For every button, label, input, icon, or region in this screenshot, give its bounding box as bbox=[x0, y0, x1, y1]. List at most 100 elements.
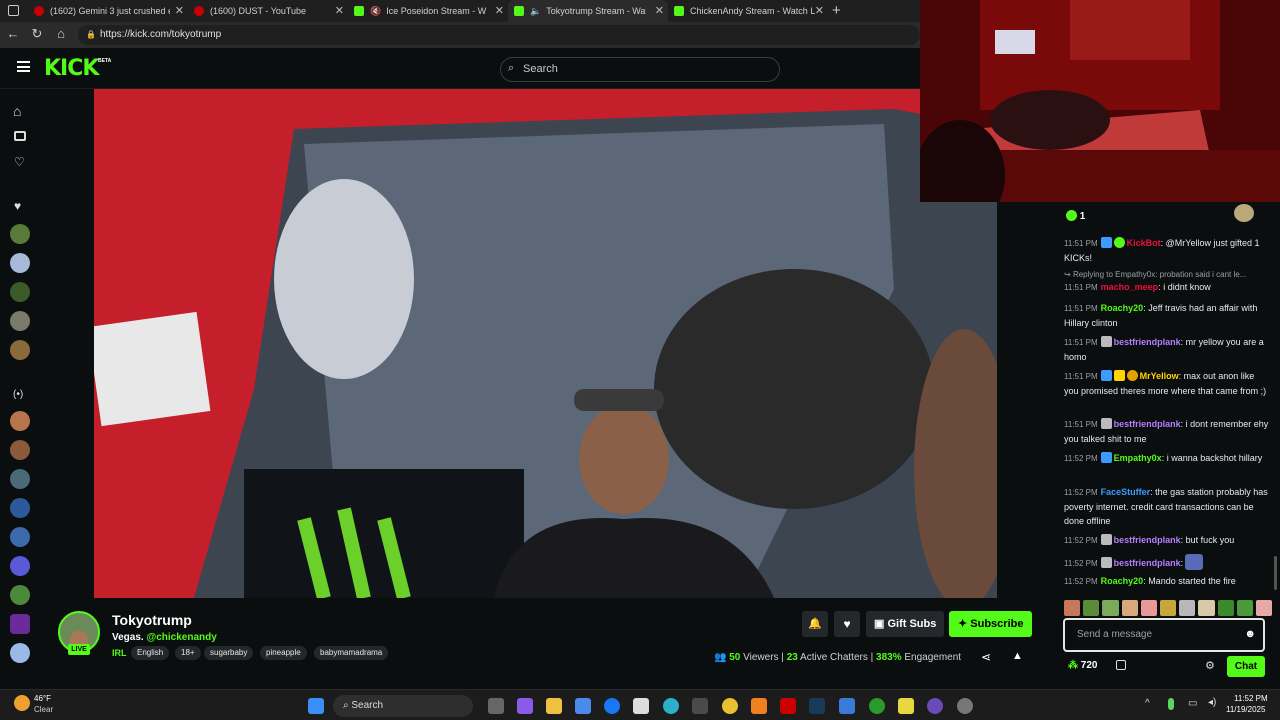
chat-username[interactable]: KickBot bbox=[1127, 238, 1161, 248]
video-player[interactable] bbox=[94, 89, 997, 598]
vlc-icon[interactable] bbox=[751, 698, 767, 714]
chat-username[interactable]: bestfriendplank bbox=[1114, 337, 1181, 347]
browse-icon[interactable] bbox=[14, 131, 26, 141]
channel-avatar[interactable] bbox=[10, 311, 30, 331]
category-link[interactable]: IRL bbox=[112, 648, 127, 658]
tab-chickenandy[interactable]: ChickenAndy Stream - Watch Live ✕ bbox=[668, 0, 828, 22]
chat-username[interactable]: Roachy20 bbox=[1101, 576, 1144, 586]
steam-icon[interactable] bbox=[809, 698, 825, 714]
youtube-icon[interactable] bbox=[780, 698, 796, 714]
chat-username[interactable]: bestfriendplank bbox=[1114, 558, 1181, 568]
emote[interactable] bbox=[1198, 600, 1215, 616]
microphone-icon[interactable] bbox=[1168, 698, 1174, 710]
tag-18plus[interactable]: 18+ bbox=[175, 646, 201, 660]
chat-username[interactable]: Roachy20 bbox=[1101, 303, 1144, 313]
amazon-icon[interactable] bbox=[633, 698, 649, 714]
edge-icon[interactable] bbox=[663, 698, 679, 714]
follow-button[interactable]: ♥ bbox=[834, 611, 860, 637]
emote[interactable] bbox=[1064, 600, 1081, 616]
copilot-icon[interactable] bbox=[517, 698, 533, 714]
app-icon[interactable] bbox=[839, 698, 855, 714]
file-explorer-icon[interactable] bbox=[546, 698, 562, 714]
channel-avatar[interactable] bbox=[10, 498, 30, 518]
emote[interactable] bbox=[1159, 600, 1177, 616]
volume-icon[interactable]: ◂) bbox=[1208, 697, 1216, 708]
sticky-notes-icon[interactable] bbox=[898, 698, 914, 714]
emote[interactable] bbox=[1121, 600, 1138, 616]
kick-logo[interactable]: KICK bbox=[44, 56, 99, 81]
emote[interactable] bbox=[1140, 600, 1157, 616]
emote[interactable] bbox=[1083, 600, 1100, 616]
chat-username[interactable]: FaceStuffer bbox=[1101, 487, 1151, 497]
channel-avatar[interactable] bbox=[10, 585, 30, 605]
streamer-name[interactable]: Tokyotrump bbox=[112, 612, 192, 628]
emote[interactable] bbox=[1255, 600, 1273, 616]
xbox-icon[interactable] bbox=[869, 698, 885, 714]
channel-avatar[interactable] bbox=[10, 643, 30, 663]
chrome-icon[interactable] bbox=[722, 698, 738, 714]
back-icon[interactable]: ← bbox=[4, 26, 22, 41]
task-view-icon[interactable] bbox=[488, 698, 504, 714]
home-icon[interactable]: ⌂ bbox=[52, 26, 70, 41]
share-icon[interactable]: ⋖ bbox=[981, 650, 991, 664]
close-tab-icon[interactable]: ✕ bbox=[495, 4, 504, 17]
tab-ice-poseidon[interactable]: 🔇 Ice Poseidon Stream - Watch ✕ bbox=[348, 0, 508, 22]
channel-avatar[interactable] bbox=[10, 253, 30, 273]
url-field[interactable]: 🔒 https://kick.com/tokyotrump bbox=[78, 25, 920, 45]
emote[interactable] bbox=[1236, 600, 1253, 616]
tag-sugarbaby[interactable]: sugarbaby bbox=[204, 646, 254, 660]
chat-scrollbar[interactable] bbox=[1274, 556, 1277, 590]
channel-avatar[interactable] bbox=[10, 614, 30, 634]
channel-avatar[interactable] bbox=[10, 556, 30, 576]
settings-icon[interactable]: ⚙ bbox=[1205, 659, 1215, 672]
emote[interactable] bbox=[1179, 600, 1196, 616]
chat-username[interactable]: Empathy0x bbox=[1114, 453, 1162, 463]
chat-username[interactable]: MrYellow bbox=[1140, 371, 1179, 381]
channel-avatar[interactable] bbox=[10, 282, 30, 302]
emote[interactable] bbox=[1217, 600, 1234, 616]
close-tab-icon[interactable]: ✕ bbox=[655, 4, 664, 17]
clock-date[interactable]: 11/19/2025 bbox=[1226, 705, 1265, 714]
window-menu-icon[interactable] bbox=[8, 5, 19, 16]
channel-avatar[interactable] bbox=[10, 469, 30, 489]
mention-link[interactable]: @chickenandy bbox=[146, 632, 216, 643]
kick-count-badge[interactable]: 1 bbox=[1066, 210, 1085, 222]
store-icon[interactable] bbox=[575, 698, 591, 714]
speaker-icon[interactable]: 🔈 bbox=[530, 6, 541, 17]
tray-overflow-icon[interactable]: ^ bbox=[1145, 698, 1150, 709]
emoji-icon[interactable]: ☻ bbox=[1244, 628, 1256, 640]
gift-subs-button[interactable]: ▣ Gift Subs bbox=[866, 611, 944, 637]
tag-pineapple[interactable]: pineapple bbox=[260, 646, 307, 660]
tab-gemini[interactable]: (1602) Gemini 3 just crushed eve ✕ bbox=[28, 0, 188, 22]
obs-icon[interactable] bbox=[927, 698, 943, 714]
tag-english[interactable]: English bbox=[131, 646, 170, 660]
home-icon[interactable]: ⌂ bbox=[13, 103, 21, 119]
following-icon[interactable]: ♡ bbox=[14, 155, 25, 169]
close-tab-icon[interactable]: ✕ bbox=[335, 4, 344, 17]
new-tab-icon[interactable]: + bbox=[832, 2, 841, 19]
channel-avatar[interactable] bbox=[10, 527, 30, 547]
chat-send-button[interactable]: Chat bbox=[1227, 656, 1265, 677]
chat-username[interactable]: bestfriendplank bbox=[1114, 419, 1181, 429]
channel-avatar[interactable] bbox=[10, 411, 30, 431]
mute-icon[interactable]: 🔇 bbox=[370, 6, 381, 17]
facebook-icon[interactable] bbox=[604, 698, 620, 714]
report-icon[interactable]: ▲ bbox=[1012, 650, 1023, 662]
close-tab-icon[interactable]: ✕ bbox=[815, 4, 824, 17]
search-input[interactable]: ⌕ Search bbox=[500, 57, 780, 82]
subscribe-button[interactable]: ✦ Subscribe bbox=[949, 611, 1032, 637]
channel-points[interactable]: ⁂ 720 bbox=[1068, 660, 1097, 671]
taskbar-search[interactable]: ⌕ Search bbox=[333, 695, 473, 717]
calculator-icon[interactable] bbox=[692, 698, 708, 714]
emote[interactable] bbox=[1102, 600, 1119, 616]
tag-babymamadrama[interactable]: babymamadrama bbox=[314, 646, 389, 660]
tab-dust[interactable]: (1600) DUST - YouTube ✕ bbox=[188, 0, 348, 22]
notification-bell-button[interactable]: 🔔 bbox=[802, 611, 828, 637]
clock-time[interactable]: 11:52 PM bbox=[1234, 694, 1268, 703]
chat-username[interactable]: bestfriendplank bbox=[1114, 535, 1181, 545]
channel-avatar[interactable] bbox=[10, 440, 30, 460]
reload-icon[interactable]: ↻ bbox=[28, 26, 46, 42]
start-icon[interactable] bbox=[308, 698, 324, 714]
tab-tokyotrump[interactable]: 🔈 Tokyotrump Stream - Watch ✕ bbox=[508, 0, 668, 22]
settings-icon[interactable] bbox=[957, 698, 973, 714]
